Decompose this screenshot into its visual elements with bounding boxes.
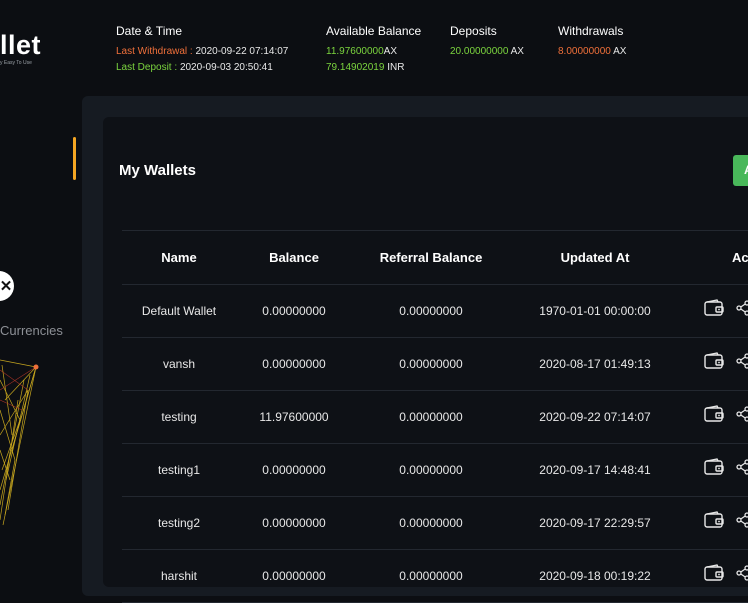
withdrawals-title: Withdrawals [558, 24, 624, 38]
table-row[interactable]: testing1 0.00000000 0.00000000 2020-09-17 1… [122, 444, 748, 497]
share-icon[interactable] [736, 353, 748, 369]
cell-updated-at: 2020-09-17 22:29:57 [539, 516, 651, 530]
table-header: Name Balance Referral Balance Updated At… [122, 230, 748, 285]
cell-updated-at: 2020-09-22 07:14:07 [539, 410, 651, 424]
currencies-label: Currencies [0, 323, 63, 338]
balance-inr-unit: INR [387, 62, 405, 73]
withdrawals-line: 8.00000000 AX [558, 44, 626, 60]
datetime-title: Date & Time [116, 24, 183, 38]
deposits-line: 20.00000000 AX [450, 44, 524, 60]
wallet-icon[interactable] [704, 352, 724, 370]
table-row[interactable]: harshit 0.00000000 0.00000000 2020-09-18 00… [122, 550, 748, 603]
share-icon[interactable] [736, 300, 748, 316]
row-actions [704, 564, 748, 582]
nav-active-indicator [73, 137, 76, 180]
share-icon[interactable] [736, 406, 748, 422]
deposits-stat: Deposits 20.00000000 AX [450, 24, 524, 60]
row-actions [704, 458, 748, 476]
balance-ax-amount: 11.97600000 [326, 46, 384, 57]
deposits-title: Deposits [450, 24, 497, 38]
wallets-table: Name Balance Referral Balance Updated At… [122, 230, 748, 603]
table-row[interactable]: testing 11.97600000 0.00000000 2020-09-22 0… [122, 391, 748, 444]
cell-name: testing1 [157, 463, 201, 477]
balance-inr-amount: 79.14902019 [326, 62, 385, 73]
table-body: Default Wallet 0.00000000 0.00000000 1970-0… [122, 285, 748, 603]
column-header-referral-balance[interactable]: Referral Balance [366, 231, 496, 284]
currency-network-graph [0, 359, 39, 526]
share-icon[interactable] [736, 459, 748, 475]
cell-balance: 0.00000000 [262, 569, 326, 583]
row-actions [704, 511, 748, 529]
wallet-icon[interactable] [704, 405, 724, 423]
wallet-icon[interactable] [704, 458, 724, 476]
withdrawals-amount: 8.00000000 [558, 46, 611, 57]
cell-referral-balance: 0.00000000 [399, 410, 463, 424]
cell-name: vansh [162, 357, 196, 371]
cell-updated-at: 2020-08-17 01:49:13 [539, 357, 651, 371]
wallet-icon[interactable] [704, 564, 724, 582]
cell-updated-at: 2020-09-17 14:48:41 [539, 463, 651, 477]
last-deposit-label: Last Deposit : [116, 62, 178, 73]
logo-tagline: y Easy To Use [0, 60, 32, 66]
close-button[interactable]: ✕ [0, 271, 14, 301]
column-header-name[interactable]: Name [122, 231, 236, 284]
column-header-actions: Ac [732, 250, 748, 265]
last-withdrawal-value: 2020-09-22 07:14:07 [195, 46, 289, 57]
cell-referral-balance: 0.00000000 [399, 357, 463, 371]
cell-name: testing [161, 410, 197, 424]
column-header-updated-at[interactable]: Updated At [520, 231, 670, 284]
cell-balance: 0.00000000 [262, 357, 326, 371]
last-deposit-line: Last Deposit : 2020-09-03 20:50:41 [116, 60, 288, 76]
share-icon[interactable] [736, 512, 748, 528]
datetime-stat: Date & Time Last Withdrawal : 2020-09-22… [116, 24, 288, 76]
table-row[interactable]: vansh 0.00000000 0.00000000 2020-08-17 01:4… [122, 338, 748, 391]
last-withdrawal-line: Last Withdrawal : 2020-09-22 07:14:07 [116, 44, 288, 60]
cell-balance: 0.00000000 [262, 304, 326, 318]
wallets-title: My Wallets [119, 162, 196, 179]
cell-balance: 0.00000000 [262, 463, 326, 477]
cell-referral-balance: 0.00000000 [399, 569, 463, 583]
withdrawals-stat: Withdrawals 8.00000000 AX [558, 24, 626, 60]
deposits-amount: 20.00000000 [450, 46, 509, 57]
available-balance-title: Available Balance [326, 24, 422, 38]
cell-name: harshit [160, 569, 198, 583]
share-icon[interactable] [736, 565, 748, 581]
cell-referral-balance: 0.00000000 [399, 516, 463, 530]
row-actions [704, 299, 748, 317]
cell-balance: 11.97600000 [259, 410, 329, 424]
cell-balance: 0.00000000 [262, 516, 326, 530]
balance-inr-line: 79.14902019 INR [326, 60, 421, 76]
cell-updated-at: 2020-09-18 00:19:22 [539, 569, 651, 583]
balance-ax-line: 11.97600000AX [326, 44, 421, 60]
close-icon: ✕ [0, 278, 13, 295]
balance-ax-unit: AX [383, 46, 397, 57]
cell-referral-balance: 0.00000000 [399, 304, 463, 318]
column-header-balance[interactable]: Balance [240, 231, 348, 284]
brand-logo[interactable]: llet y Easy To Use [0, 30, 42, 66]
cell-referral-balance: 0.00000000 [399, 463, 463, 477]
deposits-unit: AX [510, 46, 524, 57]
cell-updated-at: 1970-01-01 00:00:00 [539, 304, 651, 318]
withdrawals-unit: AX [613, 46, 627, 57]
last-deposit-value: 2020-09-03 20:50:41 [179, 62, 273, 73]
wallet-icon[interactable] [704, 299, 724, 317]
row-actions [704, 352, 748, 370]
row-actions [704, 405, 748, 423]
available-balance-stat: Available Balance 11.97600000AX 79.14902… [326, 24, 421, 76]
add-wallet-button[interactable]: A [733, 155, 748, 186]
table-row[interactable]: Default Wallet 0.00000000 0.00000000 1970-0… [122, 285, 748, 338]
cell-name: Default Wallet [141, 304, 217, 318]
cell-name: testing2 [157, 516, 201, 530]
wallet-icon[interactable] [704, 511, 724, 529]
table-row[interactable]: testing2 0.00000000 0.00000000 2020-09-17 2… [122, 497, 748, 550]
last-withdrawal-label: Last Withdrawal : [116, 46, 193, 57]
logo-text: llet [0, 30, 42, 60]
